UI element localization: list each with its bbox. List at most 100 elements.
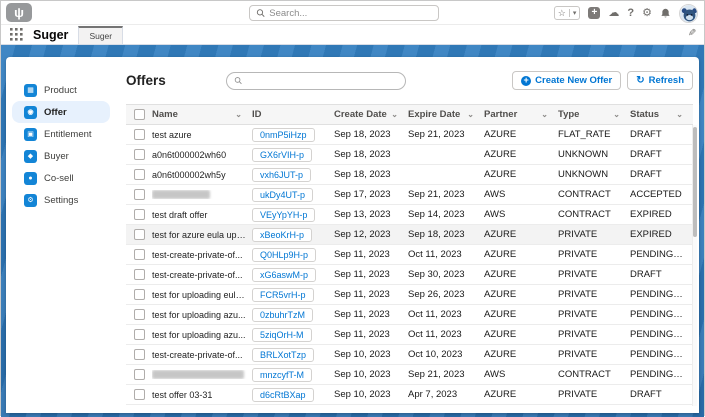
offer-id-link[interactable]: xBeoKrH-p xyxy=(252,227,313,242)
offer-id-link[interactable]: 0nmP5iHzp xyxy=(252,127,315,142)
row-checkbox[interactable] xyxy=(134,169,145,180)
table-row[interactable]: a0n6t000002wh5y vxh6JUT-p Sep 18, 2023 AZUR… xyxy=(126,165,693,185)
scrollbar-thumb[interactable] xyxy=(693,127,697,237)
offer-id-link[interactable]: vxh6JUT-p xyxy=(252,167,312,182)
row-checkbox[interactable] xyxy=(134,289,145,300)
setup-gear-icon[interactable]: ⚙ xyxy=(642,7,652,19)
favorites-caret-icon[interactable]: ▾ xyxy=(568,9,580,17)
row-checkbox[interactable] xyxy=(134,329,145,340)
redacted-name xyxy=(152,370,244,379)
table-row[interactable]: test-create-private-of... xG6aswM-p Sep 11… xyxy=(126,265,693,285)
product-icon: ▦ xyxy=(24,83,37,97)
type-cell: FLAT_RATE xyxy=(558,129,611,140)
trailhead-cloud-icon[interactable]: ☁ xyxy=(608,7,619,19)
table-row[interactable]: test offer 03-31 d6cRtBXap Sep 10, 2023 Apr… xyxy=(126,385,693,405)
row-checkbox[interactable] xyxy=(134,209,145,220)
offer-id-link[interactable]: VEyYpYH-p xyxy=(252,207,316,222)
offer-id-link[interactable]: BRLXotTzp xyxy=(252,347,315,362)
chevron-down-icon[interactable]: ⌄ xyxy=(613,110,620,119)
column-header-status[interactable]: Status ⌄ xyxy=(630,109,693,120)
create-new-offer-button[interactable]: + Create New Offer xyxy=(512,71,622,90)
chevron-down-icon[interactable]: ⌄ xyxy=(541,110,548,119)
status-cell: DRAFT xyxy=(630,149,662,160)
row-checkbox[interactable] xyxy=(134,389,145,400)
offer-id-link[interactable]: Q0HLp9H-p xyxy=(252,247,317,262)
edit-pencil-icon[interactable]: ✎ xyxy=(688,28,696,39)
create-date-cell: Sep 17, 2023 xyxy=(334,189,391,200)
tab-suger[interactable]: Suger xyxy=(78,26,124,44)
global-search-input[interactable] xyxy=(269,7,432,19)
chevron-down-icon[interactable]: ⌄ xyxy=(235,110,242,119)
add-icon[interactable]: + xyxy=(588,7,601,19)
row-checkbox[interactable] xyxy=(134,309,145,320)
table-search[interactable] xyxy=(226,71,406,90)
type-cell: PRIVATE xyxy=(558,309,598,320)
chevron-down-icon[interactable]: ⌄ xyxy=(467,110,474,119)
offer-id-link[interactable]: 5ziqOrH-M xyxy=(252,327,312,342)
chevron-down-icon[interactable]: ⌄ xyxy=(391,110,398,119)
column-header-id[interactable]: ID xyxy=(252,109,334,120)
table-row[interactable]: test for uploading azu... 0zbuhrTzM Sep 11… xyxy=(126,305,693,325)
chevron-down-icon[interactable]: ⌄ xyxy=(676,110,683,119)
partner-cell: AZURE xyxy=(484,389,517,400)
vertical-scrollbar[interactable] xyxy=(692,125,697,406)
select-all-checkbox[interactable] xyxy=(134,109,145,120)
sidebar-item-offer[interactable]: ◉ Offer xyxy=(12,101,110,123)
column-header-partner[interactable]: Partner ⌄ xyxy=(484,109,558,120)
column-label: Create Date xyxy=(334,109,387,120)
favorites-star-icon[interactable]: ☆ xyxy=(555,8,569,19)
column-label: Name xyxy=(152,109,178,120)
row-checkbox[interactable] xyxy=(134,249,145,260)
status-cell: DRAFT xyxy=(630,269,662,280)
expire-date-cell: Oct 11, 2023 xyxy=(408,249,462,260)
column-header-expire-date[interactable]: Expire Date ⌄ xyxy=(408,109,484,120)
table-row[interactable]: ukDy4UT-p Sep 17, 2023 Sep 21, 2023 AWS CONT… xyxy=(126,185,693,205)
table-row[interactable]: mnzcyfT-M Sep 10, 2023 Sep 21, 2023 AWS CONT… xyxy=(126,365,693,385)
row-checkbox[interactable] xyxy=(134,269,145,280)
notifications-bell-icon[interactable] xyxy=(660,8,671,19)
app-launcher-waffle-icon[interactable] xyxy=(10,28,23,41)
partner-cell: AZURE xyxy=(484,269,517,280)
offer-id-link[interactable]: FCR5vrH-p xyxy=(252,287,314,302)
type-cell: PRIVATE xyxy=(558,329,598,340)
offer-id-link[interactable]: mnzcyfT-M xyxy=(252,367,312,382)
favorites-button[interactable]: ☆ ▾ xyxy=(553,6,581,20)
type-cell: CONTRACT xyxy=(558,209,611,220)
offer-id-link[interactable]: 0zbuhrTzM xyxy=(252,307,314,322)
table-row[interactable]: test for uploading azu... 5ziqOrH-M Sep 11… xyxy=(126,325,693,345)
column-header-name[interactable]: Name ⌄ xyxy=(152,109,252,120)
table-search-input[interactable] xyxy=(246,75,398,86)
offer-id-link[interactable]: GX6rVIH-p xyxy=(252,147,313,162)
help-icon[interactable]: ? xyxy=(627,7,634,19)
sidebar-item-buyer[interactable]: ◆ Buyer xyxy=(12,145,110,167)
sidebar-item-co-sell[interactable]: ● Co-sell xyxy=(12,167,110,189)
table-row[interactable]: test draft offer VEyYpYH-p Sep 13, 2023 Sep… xyxy=(126,205,693,225)
table-row[interactable]: test-create-private-of... Q0HLp9H-p Sep 11… xyxy=(126,245,693,265)
row-checkbox[interactable] xyxy=(134,189,145,200)
avatar[interactable] xyxy=(679,3,698,23)
create-date-cell: Sep 11, 2023 xyxy=(334,329,390,340)
row-checkbox[interactable] xyxy=(134,369,145,380)
column-label: Status xyxy=(630,109,660,120)
refresh-button[interactable]: ↻ Refresh xyxy=(627,71,693,90)
offer-name-cell: test for uploading azu... xyxy=(152,329,246,340)
sidebar-item-product[interactable]: ▦ Product xyxy=(12,79,110,101)
table-row[interactable]: test for uploading eula... FCR5vrH-p Sep 1… xyxy=(126,285,693,305)
column-header-type[interactable]: Type ⌄ xyxy=(558,109,630,120)
column-header-create-date[interactable]: Create Date ⌄ xyxy=(334,109,408,120)
sidebar-item-settings[interactable]: ⚙ Settings xyxy=(12,189,110,211)
row-checkbox[interactable] xyxy=(134,149,145,160)
table-row[interactable]: a0n6t000002wh60 GX6rVIH-p Sep 18, 2023 AZUR… xyxy=(126,145,693,165)
sidebar-item-entitlement[interactable]: ▣ Entitlement xyxy=(12,123,110,145)
row-checkbox[interactable] xyxy=(134,349,145,360)
table-row[interactable]: test for azure eula upl... xBeoKrH-p Sep 1… xyxy=(126,225,693,245)
row-checkbox[interactable] xyxy=(134,129,145,140)
table-row[interactable]: test-create-private-of... BRLXotTzp Sep 10… xyxy=(126,345,693,365)
offer-id-link[interactable]: xG6aswM-p xyxy=(252,267,317,282)
row-checkbox[interactable] xyxy=(134,229,145,240)
offer-id-link[interactable]: d6cRtBXap xyxy=(252,387,314,402)
column-label: ID xyxy=(252,109,262,120)
table-row[interactable]: test azure 0nmP5iHzp Sep 18, 2023 Sep 21, 2… xyxy=(126,125,693,145)
global-search[interactable] xyxy=(249,5,439,21)
offer-id-link[interactable]: ukDy4UT-p xyxy=(252,187,314,202)
